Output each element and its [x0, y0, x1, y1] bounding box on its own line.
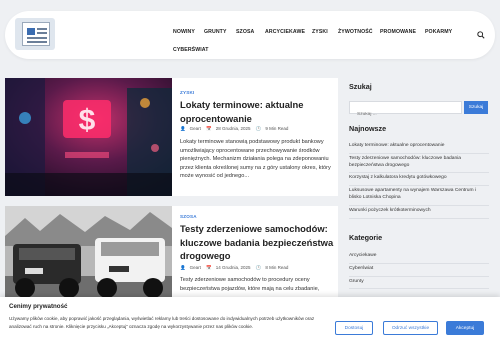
nav-item-nowiny[interactable]: NOWINY [173, 29, 195, 35]
nav-item-arcyciekawe[interactable]: ARCYCIEKAWE [265, 29, 305, 35]
nav-item-cyberswiat[interactable]: CYBERŚWIAT [173, 47, 209, 53]
post-read-time: 9 Min Read [265, 126, 289, 131]
category-link[interactable]: Arcyciekawe [349, 251, 489, 264]
latest-post-link[interactable]: Lokaty terminowe: aktualne oprocentowani… [349, 141, 489, 154]
post-card: $ ZYSKI Lokaty terminowe: aktualne oproc… [5, 78, 338, 196]
nav-item-zyski[interactable]: ZYSKI [312, 29, 328, 35]
latest-post-link[interactable]: Warunki pożyczek krótkoterminowych [349, 206, 489, 219]
site-logo[interactable] [15, 18, 55, 50]
calendar-icon: 📅 [206, 126, 212, 131]
latest-post-link[interactable]: Luksusowe apartamenty na wynajem Warszaw… [349, 186, 489, 206]
latest-post-link[interactable]: Korzystaj z kalkulatora kredytu gotówkow… [349, 173, 489, 187]
post-title[interactable]: Testy zderzeniowe samochodów: kluczowe b… [180, 222, 338, 263]
post-card: SZOSA Testy zderzeniowe samochodów: kluc… [5, 206, 338, 306]
newspaper-icon [22, 22, 50, 46]
post-meta: 👤 Geart 📅 28 Grudnia, 2025 🕐 9 Min Read [180, 126, 292, 132]
category-link[interactable]: Cyberświat [349, 264, 489, 277]
search-icon[interactable] [477, 31, 485, 39]
post-category[interactable]: ZYSKI [180, 90, 195, 95]
nav-item-szosa[interactable]: SZOSA [236, 29, 254, 35]
cookie-text: Używamy plików cookie, aby poprawić jako… [9, 316, 315, 330]
nav-item-grunty[interactable]: GRUNTY [204, 29, 227, 35]
clock-icon: 🕐 [255, 265, 262, 270]
latest-posts-list: Lokaty terminowe: aktualne oprocentowani… [349, 141, 489, 219]
latest-heading: Najnowsze [349, 124, 387, 133]
nav-item-zywotnosc[interactable]: ŻYWOTNOŚĆ [338, 29, 373, 35]
post-excerpt: Lokaty terminowe stanowią podstawowy pro… [180, 139, 331, 180]
post-thumbnail[interactable]: $ [5, 78, 172, 196]
search-heading: Szukaj [349, 82, 372, 91]
post-title[interactable]: Lokaty terminowe: aktualne oprocentowani… [180, 98, 338, 125]
post-read-time: 8 Min Read [265, 265, 289, 270]
user-icon: 👤 [180, 265, 186, 270]
search-input[interactable] [350, 109, 461, 120]
category-link[interactable]: Grunty [349, 277, 489, 290]
post-excerpt: Testy zderzeniowe samochodów to procedur… [180, 277, 320, 292]
latest-post-link[interactable]: Testy zderzeniowe samochodów: kluczowe b… [349, 154, 489, 174]
nav-item-promowane[interactable]: PROMOWANE [380, 29, 416, 35]
reject-all-button[interactable]: Odrzuć wszystkie [383, 321, 438, 335]
cookie-title: Cenimy prywatność [9, 303, 68, 310]
post-meta: 👤 Geart 📅 14 Grudnia, 2025 🕐 8 Min Read [180, 265, 292, 271]
post-thumbnail[interactable] [5, 206, 172, 306]
site-header: NOWINY GRUNTY SZOSA ARCYCIEKAWE ZYSKI ŻY… [5, 11, 495, 59]
accept-button[interactable]: Akceptuj [446, 321, 484, 335]
categories-list: Arcyciekawe Cyberświat Grunty [349, 251, 489, 290]
customize-button[interactable]: Dostosuj [335, 321, 373, 335]
nav-item-pokarmy[interactable]: POKARMY [425, 29, 452, 35]
search-button[interactable]: Szukaj [464, 101, 488, 114]
cookie-consent-bar: Cenimy prywatność Używamy plików cookie,… [0, 297, 500, 348]
user-icon: 👤 [180, 126, 186, 131]
post-category[interactable]: SZOSA [180, 214, 197, 219]
svg-text:$: $ [79, 104, 96, 137]
post-author[interactable]: Geart [190, 265, 201, 270]
post-date: 28 Grudnia, 2025 [215, 126, 251, 131]
post-author[interactable]: Geart [190, 126, 201, 131]
categories-heading: Kategorie [349, 233, 383, 242]
calendar-icon: 📅 [206, 265, 212, 270]
clock-icon: 🕐 [255, 126, 262, 131]
post-date: 14 Grudnia, 2025 [215, 265, 251, 270]
sidebar-search [349, 101, 462, 120]
